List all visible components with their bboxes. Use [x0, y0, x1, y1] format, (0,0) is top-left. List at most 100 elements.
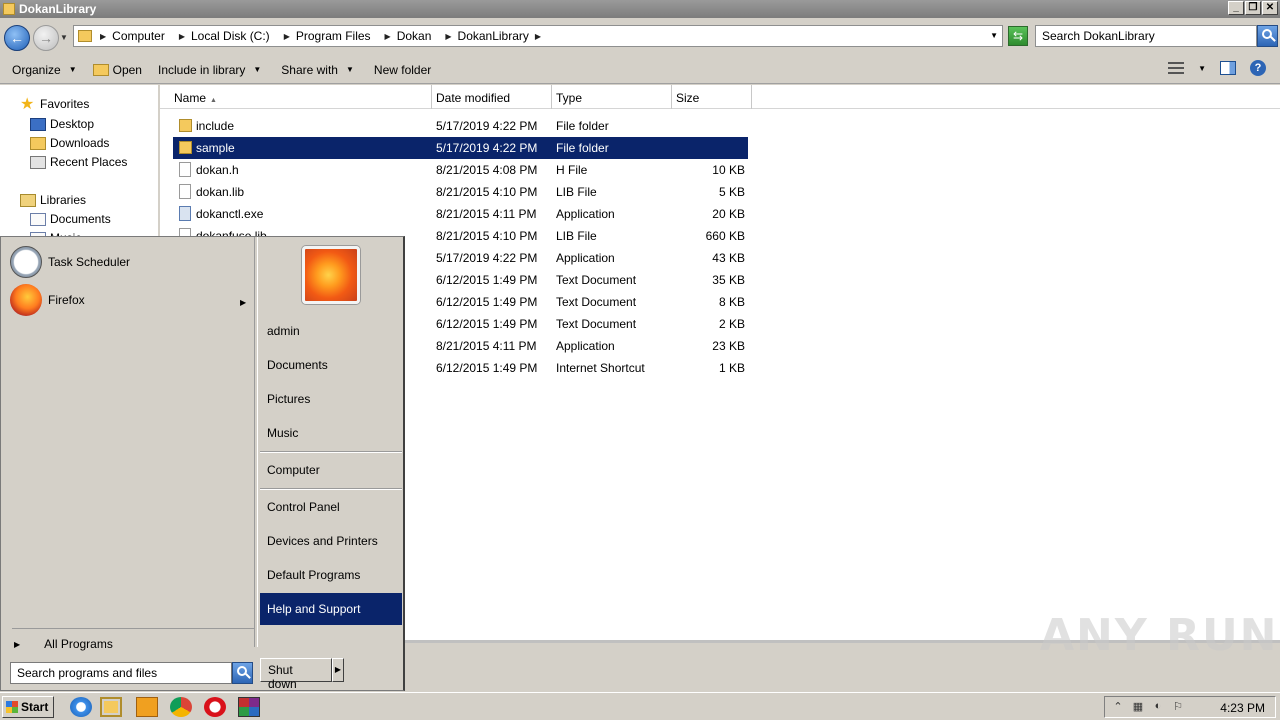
- start-search-input[interactable]: Search programs and files: [10, 662, 232, 684]
- nav-favorites[interactable]: ★ Favorites: [20, 96, 89, 112]
- link-control-panel[interactable]: Control Panel: [260, 491, 402, 523]
- restore-button[interactable]: ❐: [1245, 1, 1261, 15]
- folder-icon: [3, 3, 15, 15]
- user-picture-avatar[interactable]: [302, 246, 360, 304]
- file-size: 35 KB: [712, 273, 745, 287]
- downloads-icon: [30, 136, 46, 150]
- file-size: 5 KB: [718, 185, 745, 199]
- file-date-modified: 5/17/2019 4:22 PM: [436, 119, 538, 133]
- breadcrumb-program-files[interactable]: ▶ Program Files: [284, 29, 377, 43]
- opera-icon[interactable]: [204, 697, 226, 717]
- file-type: Application: [556, 207, 615, 221]
- breadcrumb-dokan[interactable]: ▶ Dokan: [385, 29, 438, 43]
- sort-ascending-icon: ▲: [210, 97, 217, 104]
- file-size: 1 KB: [718, 361, 745, 375]
- file-size: 10 KB: [712, 163, 745, 177]
- link-admin[interactable]: admin: [260, 315, 402, 347]
- file-type: Application: [556, 339, 615, 353]
- nav-recent-places[interactable]: Recent Places: [30, 155, 127, 169]
- view-dropdown[interactable]: ▼: [1198, 64, 1206, 73]
- help-icon[interactable]: ?: [1250, 60, 1266, 76]
- file-date-modified: 6/12/2015 1:49 PM: [436, 295, 538, 309]
- link-music[interactable]: Music: [260, 417, 402, 449]
- internet-explorer-icon[interactable]: [70, 697, 92, 717]
- file-row[interactable]: include 5/17/2019 4:22 PM File folder: [173, 115, 748, 137]
- organize-button[interactable]: Organize ▼: [12, 63, 77, 77]
- program-task-scheduler[interactable]: Task Scheduler: [10, 246, 130, 278]
- link-documents[interactable]: Documents: [260, 349, 402, 381]
- preview-pane-icon[interactable]: [1220, 61, 1236, 75]
- window-title: DokanLibrary: [19, 2, 97, 16]
- program-firefox[interactable]: Firefox: [10, 284, 85, 316]
- windows-explorer-icon[interactable]: [100, 697, 122, 717]
- link-help-and-support[interactable]: Help and Support: [260, 593, 402, 625]
- link-pictures[interactable]: Pictures: [260, 383, 402, 415]
- file-date-modified: 6/12/2015 1:49 PM: [436, 273, 538, 287]
- file-date-modified: 8/21/2015 4:10 PM: [436, 185, 538, 199]
- shut-down-options-arrow[interactable]: ▶: [332, 658, 344, 682]
- address-row: ← → ▼ ▶ Computer ▶ Local Disk (C:) ▶ Progra…: [0, 18, 1280, 56]
- clock[interactable]: 4:23 PM: [1220, 701, 1265, 715]
- network-icon[interactable]: ▦: [1131, 700, 1145, 714]
- column-size[interactable]: Size: [672, 85, 752, 109]
- all-programs-button[interactable]: ▶ All Programs: [14, 637, 113, 651]
- file-type: Internet Shortcut: [556, 361, 645, 375]
- breadcrumb-computer[interactable]: ▶ Computer: [100, 29, 171, 43]
- file-row[interactable]: dokanctl.exe 8/21/2015 4:11 PM Application…: [173, 203, 748, 225]
- search-button[interactable]: [1257, 25, 1278, 47]
- minimize-button[interactable]: _: [1228, 1, 1244, 15]
- address-dropdown[interactable]: ▼: [990, 31, 998, 40]
- share-with-button[interactable]: Share with ▼: [281, 63, 354, 77]
- file-size: 23 KB: [712, 339, 745, 353]
- search-input[interactable]: Search DokanLibrary: [1035, 25, 1257, 47]
- recent-places-icon: [30, 155, 46, 169]
- column-type[interactable]: Type: [552, 85, 672, 109]
- media-player-icon[interactable]: [136, 697, 158, 717]
- file-size: 43 KB: [712, 251, 745, 265]
- back-button[interactable]: ←: [4, 25, 30, 51]
- include-in-library-button[interactable]: Include in library ▼: [158, 63, 261, 77]
- volume-icon[interactable]: ◐: [1151, 700, 1165, 714]
- forward-button[interactable]: →: [33, 25, 59, 51]
- file-row[interactable]: dokan.lib 8/21/2015 4:10 PM LIB File 5 KB: [173, 181, 748, 203]
- recent-pages-dropdown[interactable]: ▼: [60, 33, 68, 42]
- file-type: File folder: [556, 119, 609, 133]
- nav-downloads[interactable]: Downloads: [30, 136, 109, 150]
- file-row[interactable]: sample 5/17/2019 4:22 PM File folder: [173, 137, 748, 159]
- column-headers: Name ▲ Date modified Type Size: [160, 85, 1280, 109]
- link-devices-and-printers[interactable]: Devices and Printers: [260, 525, 402, 557]
- address-bar[interactable]: ▶ Computer ▶ Local Disk (C:) ▶ Program File…: [73, 25, 1003, 47]
- breadcrumb-local-disk[interactable]: ▶ Local Disk (C:): [179, 29, 276, 43]
- nav-libraries[interactable]: Libraries: [20, 193, 86, 207]
- file-row[interactable]: dokan.h 8/21/2015 4:08 PM H File 10 KB: [173, 159, 748, 181]
- close-button[interactable]: ✕: [1262, 1, 1278, 15]
- firefox-icon: [10, 284, 42, 316]
- file-size: 660 KB: [705, 229, 745, 243]
- command-bar: Organize ▼ Open Include in library ▼ Share…: [0, 56, 1280, 84]
- column-name[interactable]: Name ▲: [170, 85, 432, 109]
- folder-icon: [78, 30, 92, 42]
- column-date-modified[interactable]: Date modified: [432, 85, 552, 109]
- link-default-programs[interactable]: Default Programs: [260, 559, 402, 591]
- nav-documents[interactable]: Documents: [30, 212, 111, 226]
- shut-down-button[interactable]: Shut down: [260, 658, 332, 691]
- breadcrumb-dokanlibrary[interactable]: ▶ DokanLibrary ▶: [445, 29, 547, 43]
- refresh-button[interactable]: ⇆: [1008, 26, 1028, 46]
- new-folder-button[interactable]: New folder: [374, 63, 431, 77]
- link-computer[interactable]: Computer: [260, 454, 402, 486]
- change-view-icon[interactable]: [1168, 62, 1185, 74]
- start-button[interactable]: Start: [2, 696, 54, 718]
- file-date-modified: 5/17/2019 4:22 PM: [436, 141, 538, 155]
- action-center-flag-icon[interactable]: ⚐: [1171, 700, 1185, 714]
- show-hidden-icons-icon[interactable]: ⌃: [1111, 700, 1125, 714]
- chrome-icon[interactable]: [170, 697, 192, 717]
- winrar-icon[interactable]: [238, 697, 260, 717]
- file-name: sample: [196, 141, 235, 155]
- open-button[interactable]: Open: [92, 63, 142, 77]
- firefox-submenu-arrow-icon[interactable]: ▶: [240, 298, 246, 307]
- nav-desktop[interactable]: Desktop: [30, 117, 94, 131]
- file-icon: [179, 184, 191, 199]
- start-search-button[interactable]: [232, 662, 253, 684]
- file-type: Text Document: [556, 295, 637, 309]
- divider: [260, 451, 402, 453]
